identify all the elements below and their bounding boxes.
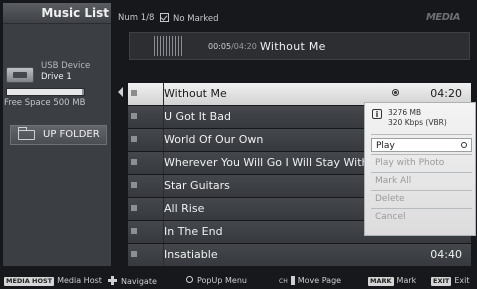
- equalizer-art: [152, 36, 184, 56]
- media-host-label: Media Host: [57, 276, 102, 285]
- menu-item-mark-all[interactable]: Mark All: [371, 174, 472, 188]
- track-duration: 04:40: [430, 248, 462, 261]
- divider: [371, 190, 472, 191]
- navigate-hint: Navigate: [108, 276, 157, 286]
- checkbox-icon: [160, 13, 169, 22]
- popup-menu-label: PopUp Menu: [197, 276, 247, 285]
- track-title: All Rise: [164, 202, 205, 215]
- track-title: Without Me: [164, 87, 227, 100]
- free-space-label: Free Space 500 MB: [4, 98, 86, 108]
- track-counter: Num 1/8: [118, 13, 155, 23]
- exit-hint[interactable]: EXIT Exit: [431, 276, 469, 286]
- track-title: Wherever You Will Go I Will Stay With: [164, 156, 369, 169]
- menu-item-play-with-photo[interactable]: Play with Photo: [371, 156, 472, 170]
- up-folder-button[interactable]: UP FOLDER: [10, 125, 107, 145]
- track-title: Insatiable: [164, 248, 218, 261]
- elapsed-time: 00:05: [208, 42, 232, 51]
- free-space-bar: [6, 88, 85, 96]
- mark-status-label: No Marked: [173, 14, 219, 24]
- free-space-bar-fill: [7, 89, 82, 95]
- mark-checkbox[interactable]: [131, 205, 137, 211]
- now-playing-bar: 00:05/04:20 Without Me: [129, 32, 470, 60]
- total-time: /04:20: [231, 42, 257, 51]
- header-bar: Num 1/8 No Marked MEDIA: [114, 10, 474, 26]
- up-folder-label: UP FOLDER: [43, 129, 100, 140]
- track-title: In The End: [164, 225, 223, 238]
- now-playing-title: Without Me: [260, 40, 326, 53]
- channel-rocker-icon: [290, 276, 295, 285]
- mark-checkbox[interactable]: [131, 90, 137, 96]
- exit-key: EXIT: [431, 277, 452, 286]
- brand-logo: MEDIA: [425, 12, 461, 23]
- popup-menu: i 3276 MB 320 Kbps (VBR) Play Play with …: [364, 102, 476, 236]
- bitrate: 320 Kbps (VBR): [388, 118, 447, 127]
- sidebar: Music List USB Device Drive 1 Free Space…: [3, 3, 111, 266]
- navigate-icon: [108, 276, 117, 285]
- drive-label: Drive 1: [41, 72, 72, 82]
- device-label: USB Device: [41, 61, 91, 71]
- mark-status: No Marked: [160, 13, 219, 24]
- ok-button-icon: [186, 276, 193, 283]
- menu-item-label: Play: [376, 141, 395, 151]
- left-arrow-icon[interactable]: [118, 87, 123, 97]
- move-page-label: Move Page: [297, 276, 342, 285]
- usb-drive-icon: [6, 67, 34, 83]
- mark-checkbox[interactable]: [131, 182, 137, 188]
- mark-key: MARK: [368, 277, 394, 286]
- playback-time: 00:05/04:20: [208, 42, 257, 51]
- track-title: U Got It Bad: [164, 110, 231, 123]
- menu-item-play[interactable]: Play: [371, 138, 472, 152]
- track-title: World Of Our Own: [164, 133, 264, 146]
- mark-label: Mark: [396, 276, 417, 285]
- move-page-hint: CH Move Page: [279, 276, 341, 285]
- mark-checkbox[interactable]: [131, 159, 137, 165]
- divider: [371, 134, 472, 135]
- track-row[interactable]: Insatiable 04:40: [128, 244, 471, 266]
- bottom-help-bar: MEDIA HOST Media Host Navigate PopUp Menu…: [0, 272, 477, 289]
- navigate-label: Navigate: [121, 277, 157, 286]
- exit-label: Exit: [454, 276, 470, 285]
- divider: [371, 172, 472, 173]
- file-size: 3276 MB: [388, 108, 422, 117]
- mark-hint[interactable]: MARK Mark: [368, 276, 416, 286]
- music-list-screen: Music List USB Device Drive 1 Free Space…: [0, 0, 477, 289]
- mark-checkbox[interactable]: [131, 251, 137, 257]
- mark-checkbox[interactable]: [131, 136, 137, 142]
- popup-menu-hint: PopUp Menu: [186, 276, 247, 285]
- folder-icon: [18, 127, 35, 140]
- media-host-hint[interactable]: MEDIA HOST Media Host: [4, 276, 102, 286]
- track-title: Star Guitars: [164, 179, 230, 192]
- sidebar-title: Music List: [3, 3, 111, 24]
- channel-icon: CH: [279, 278, 288, 285]
- divider: [371, 208, 472, 209]
- mark-checkbox[interactable]: [131, 113, 137, 119]
- track-duration: 04:20: [430, 87, 462, 100]
- media-host-key: MEDIA HOST: [4, 277, 55, 286]
- ok-button-icon: [392, 89, 399, 96]
- divider: [371, 154, 472, 155]
- menu-item-delete[interactable]: Delete: [371, 192, 472, 206]
- mark-checkbox[interactable]: [131, 228, 137, 234]
- menu-item-cancel[interactable]: Cancel: [371, 210, 472, 224]
- info-icon: i: [372, 109, 382, 119]
- ok-button-icon: [461, 142, 467, 148]
